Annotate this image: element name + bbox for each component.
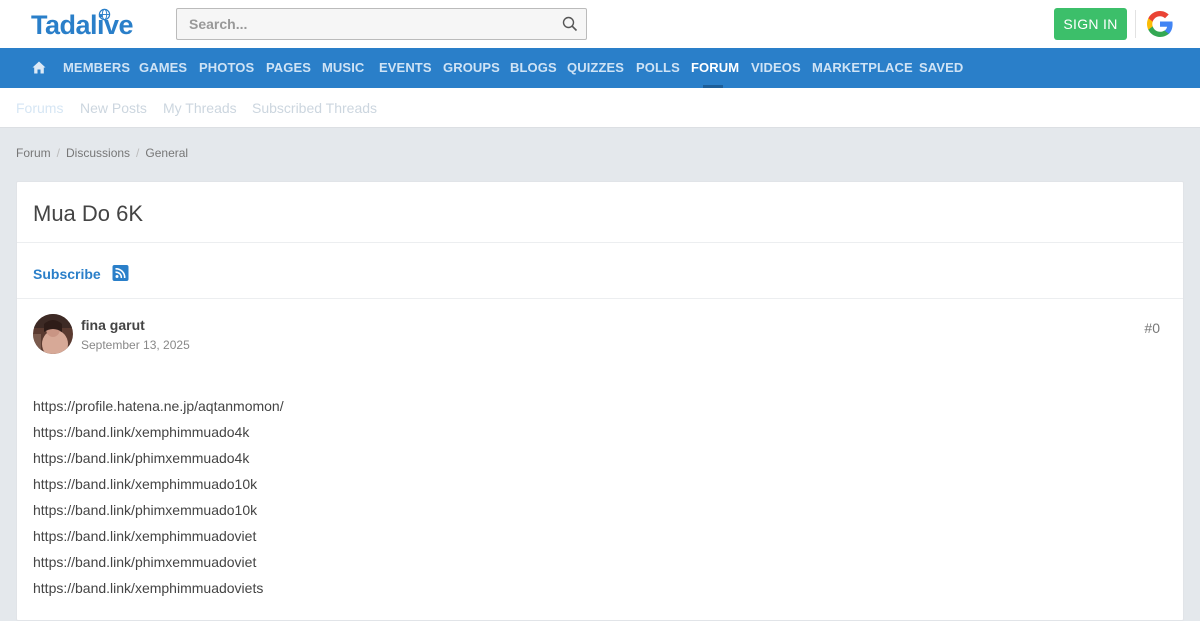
nav-marketplace[interactable]: MARKETPLACE (812, 48, 913, 88)
subnav-forums[interactable]: Forums (16, 100, 63, 116)
post-line: https://band.link/phimxemmuado4k (33, 450, 250, 466)
google-icon[interactable] (1144, 8, 1176, 40)
nav-music[interactable]: MUSIC (322, 48, 364, 88)
logo-text: Tadalive (31, 10, 134, 40)
avatar[interactable] (33, 314, 73, 354)
nav-games[interactable]: GAMES (139, 48, 187, 88)
post-line: https://band.link/phimxemmuadoviet (33, 554, 257, 570)
home-icon[interactable] (32, 60, 46, 75)
breadcrumb: Forum / Discussions / General (16, 146, 188, 160)
divider (17, 298, 1183, 299)
post-line: https://band.link/xemphimmuadoviet (33, 528, 257, 544)
post-line: https://profile.hatena.ne.jp/aqtanmomon/ (33, 398, 284, 414)
rss-icon[interactable] (112, 265, 129, 281)
subnav-new-posts[interactable]: New Posts (80, 100, 147, 116)
breadcrumb-general[interactable]: General (145, 146, 188, 160)
nav-events[interactable]: EVENTS (379, 48, 432, 88)
nav-forum[interactable]: FORUM (691, 48, 739, 88)
sign-in-button[interactable]: SIGN IN (1054, 8, 1127, 40)
breadcrumb-separator: / (136, 146, 140, 160)
nav-members[interactable]: MEMBERS (63, 48, 130, 88)
post-date: September 13, 2025 (81, 338, 190, 352)
search-icon[interactable] (562, 16, 578, 32)
nav-blogs[interactable]: BLOGS (510, 48, 557, 88)
subscribe-button[interactable]: Subscribe (33, 266, 101, 282)
post-number[interactable]: #0 (1144, 320, 1160, 336)
search-input[interactable] (189, 9, 549, 39)
post-line: https://band.link/xemphimmuadoviets (33, 580, 264, 596)
breadcrumb-separator: / (56, 146, 61, 160)
subnav-subscribed-threads[interactable]: Subscribed Threads (252, 100, 377, 116)
divider (17, 242, 1183, 243)
header-divider (1135, 10, 1136, 38)
main-nav: MEMBERS GAMES PHOTOS PAGES MUSIC EVENTS … (0, 48, 1200, 88)
subnav-my-threads[interactable]: My Threads (163, 100, 237, 116)
nav-groups[interactable]: GROUPS (443, 48, 500, 88)
post-line: https://band.link/phimxemmuado10k (33, 502, 258, 518)
nav-quizzes[interactable]: QUIZZES (567, 48, 624, 88)
post-line: https://band.link/xemphimmuado10k (33, 476, 258, 492)
forum-subnav: Forums New Posts My Threads Subscribed T… (0, 88, 1200, 128)
post-line: https://band.link/xemphimmuado4k (33, 424, 250, 440)
site-logo[interactable]: Tadalive (31, 8, 141, 40)
nav-videos[interactable]: VIDEOS (751, 48, 801, 88)
search-box[interactable] (176, 8, 587, 40)
nav-photos[interactable]: PHOTOS (199, 48, 254, 88)
top-bar: Tadalive SIGN IN (0, 0, 1200, 48)
post-author[interactable]: fina garut (81, 317, 145, 333)
breadcrumb-discussions[interactable]: Discussions (66, 146, 130, 160)
thread-card: Mua Do 6K Subscribe fina garut September… (16, 181, 1184, 621)
nav-saved[interactable]: SAVED (919, 48, 963, 88)
globe-icon (98, 8, 111, 21)
post-body: https://profile.hatena.ne.jp/aqtanmomon/… (33, 397, 284, 605)
thread-title: Mua Do 6K (33, 201, 144, 226)
nav-polls[interactable]: POLLS (636, 48, 680, 88)
nav-pages[interactable]: PAGES (266, 48, 311, 88)
breadcrumb-forum[interactable]: Forum (16, 146, 51, 160)
